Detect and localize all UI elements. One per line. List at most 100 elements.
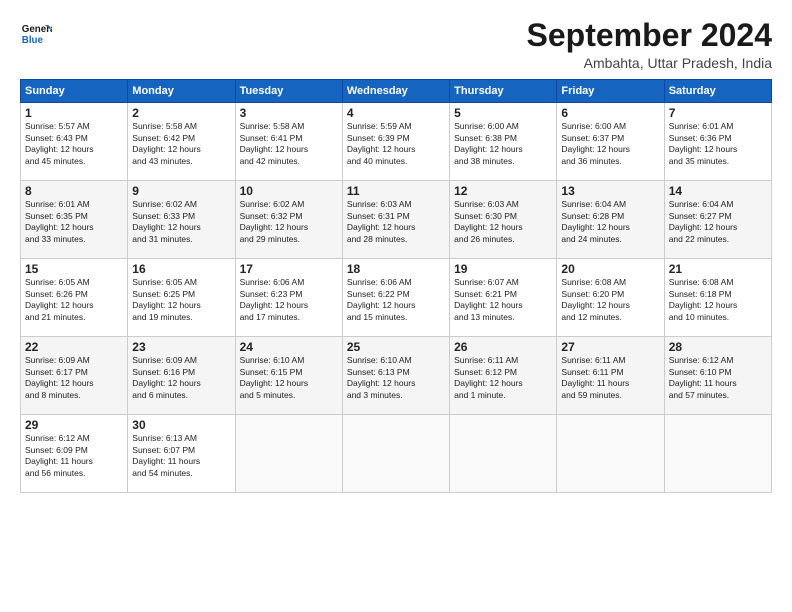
- weekday-header-row: SundayMondayTuesdayWednesdayThursdayFrid…: [21, 80, 772, 103]
- calendar-cell: 30Sunrise: 6:13 AMSunset: 6:07 PMDayligh…: [128, 415, 235, 493]
- day-number: 8: [25, 184, 123, 198]
- day-number: 24: [240, 340, 338, 354]
- week-row-2: 8Sunrise: 6:01 AMSunset: 6:35 PMDaylight…: [21, 181, 772, 259]
- calendar-cell: 20Sunrise: 6:08 AMSunset: 6:20 PMDayligh…: [557, 259, 664, 337]
- day-info: Sunrise: 6:00 AMSunset: 6:37 PMDaylight:…: [561, 121, 659, 167]
- day-number: 16: [132, 262, 230, 276]
- calendar-cell: 28Sunrise: 6:12 AMSunset: 6:10 PMDayligh…: [664, 337, 771, 415]
- weekday-header-sunday: Sunday: [21, 80, 128, 103]
- day-number: 13: [561, 184, 659, 198]
- day-info: Sunrise: 6:08 AMSunset: 6:20 PMDaylight:…: [561, 277, 659, 323]
- day-info: Sunrise: 6:05 AMSunset: 6:25 PMDaylight:…: [132, 277, 230, 323]
- day-number: 30: [132, 418, 230, 432]
- day-number: 1: [25, 106, 123, 120]
- calendar-cell: 10Sunrise: 6:02 AMSunset: 6:32 PMDayligh…: [235, 181, 342, 259]
- calendar: SundayMondayTuesdayWednesdayThursdayFrid…: [20, 79, 772, 493]
- day-info: Sunrise: 6:02 AMSunset: 6:33 PMDaylight:…: [132, 199, 230, 245]
- day-info: Sunrise: 6:12 AMSunset: 6:09 PMDaylight:…: [25, 433, 123, 479]
- calendar-cell: 6Sunrise: 6:00 AMSunset: 6:37 PMDaylight…: [557, 103, 664, 181]
- day-info: Sunrise: 5:59 AMSunset: 6:39 PMDaylight:…: [347, 121, 445, 167]
- day-info: Sunrise: 6:01 AMSunset: 6:36 PMDaylight:…: [669, 121, 767, 167]
- calendar-cell: 15Sunrise: 6:05 AMSunset: 6:26 PMDayligh…: [21, 259, 128, 337]
- day-number: 3: [240, 106, 338, 120]
- day-info: Sunrise: 5:58 AMSunset: 6:41 PMDaylight:…: [240, 121, 338, 167]
- calendar-cell: 11Sunrise: 6:03 AMSunset: 6:31 PMDayligh…: [342, 181, 449, 259]
- day-info: Sunrise: 6:02 AMSunset: 6:32 PMDaylight:…: [240, 199, 338, 245]
- logo: General Blue: [20, 18, 52, 50]
- day-number: 11: [347, 184, 445, 198]
- calendar-cell: 4Sunrise: 5:59 AMSunset: 6:39 PMDaylight…: [342, 103, 449, 181]
- day-number: 5: [454, 106, 552, 120]
- day-info: Sunrise: 6:08 AMSunset: 6:18 PMDaylight:…: [669, 277, 767, 323]
- week-row-1: 1Sunrise: 5:57 AMSunset: 6:43 PMDaylight…: [21, 103, 772, 181]
- weekday-header-monday: Monday: [128, 80, 235, 103]
- day-info: Sunrise: 6:04 AMSunset: 6:28 PMDaylight:…: [561, 199, 659, 245]
- day-info: Sunrise: 6:09 AMSunset: 6:17 PMDaylight:…: [25, 355, 123, 401]
- calendar-cell: 27Sunrise: 6:11 AMSunset: 6:11 PMDayligh…: [557, 337, 664, 415]
- calendar-cell: [664, 415, 771, 493]
- day-info: Sunrise: 6:06 AMSunset: 6:23 PMDaylight:…: [240, 277, 338, 323]
- day-number: 25: [347, 340, 445, 354]
- calendar-cell: 13Sunrise: 6:04 AMSunset: 6:28 PMDayligh…: [557, 181, 664, 259]
- day-number: 2: [132, 106, 230, 120]
- calendar-cell: 23Sunrise: 6:09 AMSunset: 6:16 PMDayligh…: [128, 337, 235, 415]
- day-number: 12: [454, 184, 552, 198]
- calendar-cell: 17Sunrise: 6:06 AMSunset: 6:23 PMDayligh…: [235, 259, 342, 337]
- week-row-5: 29Sunrise: 6:12 AMSunset: 6:09 PMDayligh…: [21, 415, 772, 493]
- day-number: 4: [347, 106, 445, 120]
- day-info: Sunrise: 6:04 AMSunset: 6:27 PMDaylight:…: [669, 199, 767, 245]
- day-info: Sunrise: 6:07 AMSunset: 6:21 PMDaylight:…: [454, 277, 552, 323]
- day-number: 21: [669, 262, 767, 276]
- day-info: Sunrise: 6:09 AMSunset: 6:16 PMDaylight:…: [132, 355, 230, 401]
- calendar-cell: 29Sunrise: 6:12 AMSunset: 6:09 PMDayligh…: [21, 415, 128, 493]
- calendar-cell: 21Sunrise: 6:08 AMSunset: 6:18 PMDayligh…: [664, 259, 771, 337]
- day-info: Sunrise: 6:05 AMSunset: 6:26 PMDaylight:…: [25, 277, 123, 323]
- day-number: 7: [669, 106, 767, 120]
- week-row-3: 15Sunrise: 6:05 AMSunset: 6:26 PMDayligh…: [21, 259, 772, 337]
- day-number: 20: [561, 262, 659, 276]
- month-title: September 2024: [527, 18, 772, 53]
- calendar-cell: 16Sunrise: 6:05 AMSunset: 6:25 PMDayligh…: [128, 259, 235, 337]
- day-number: 10: [240, 184, 338, 198]
- day-number: 14: [669, 184, 767, 198]
- calendar-cell: 9Sunrise: 6:02 AMSunset: 6:33 PMDaylight…: [128, 181, 235, 259]
- weekday-header-wednesday: Wednesday: [342, 80, 449, 103]
- calendar-cell: 18Sunrise: 6:06 AMSunset: 6:22 PMDayligh…: [342, 259, 449, 337]
- calendar-cell: 12Sunrise: 6:03 AMSunset: 6:30 PMDayligh…: [450, 181, 557, 259]
- day-info: Sunrise: 6:03 AMSunset: 6:30 PMDaylight:…: [454, 199, 552, 245]
- day-number: 27: [561, 340, 659, 354]
- weekday-header-friday: Friday: [557, 80, 664, 103]
- day-info: Sunrise: 6:00 AMSunset: 6:38 PMDaylight:…: [454, 121, 552, 167]
- day-info: Sunrise: 6:11 AMSunset: 6:11 PMDaylight:…: [561, 355, 659, 401]
- calendar-cell: 8Sunrise: 6:01 AMSunset: 6:35 PMDaylight…: [21, 181, 128, 259]
- day-number: 15: [25, 262, 123, 276]
- day-info: Sunrise: 6:06 AMSunset: 6:22 PMDaylight:…: [347, 277, 445, 323]
- calendar-cell: [235, 415, 342, 493]
- location: Ambahta, Uttar Pradesh, India: [527, 55, 772, 71]
- calendar-cell: 7Sunrise: 6:01 AMSunset: 6:36 PMDaylight…: [664, 103, 771, 181]
- day-number: 9: [132, 184, 230, 198]
- day-info: Sunrise: 6:11 AMSunset: 6:12 PMDaylight:…: [454, 355, 552, 401]
- week-row-4: 22Sunrise: 6:09 AMSunset: 6:17 PMDayligh…: [21, 337, 772, 415]
- day-info: Sunrise: 5:57 AMSunset: 6:43 PMDaylight:…: [25, 121, 123, 167]
- calendar-cell: 26Sunrise: 6:11 AMSunset: 6:12 PMDayligh…: [450, 337, 557, 415]
- day-number: 28: [669, 340, 767, 354]
- day-info: Sunrise: 6:01 AMSunset: 6:35 PMDaylight:…: [25, 199, 123, 245]
- logo-icon: General Blue: [20, 18, 52, 50]
- day-info: Sunrise: 6:03 AMSunset: 6:31 PMDaylight:…: [347, 199, 445, 245]
- calendar-cell: 14Sunrise: 6:04 AMSunset: 6:27 PMDayligh…: [664, 181, 771, 259]
- calendar-cell: [342, 415, 449, 493]
- calendar-cell: 3Sunrise: 5:58 AMSunset: 6:41 PMDaylight…: [235, 103, 342, 181]
- day-number: 17: [240, 262, 338, 276]
- weekday-header-tuesday: Tuesday: [235, 80, 342, 103]
- day-number: 23: [132, 340, 230, 354]
- calendar-cell: 5Sunrise: 6:00 AMSunset: 6:38 PMDaylight…: [450, 103, 557, 181]
- day-info: Sunrise: 5:58 AMSunset: 6:42 PMDaylight:…: [132, 121, 230, 167]
- calendar-cell: 22Sunrise: 6:09 AMSunset: 6:17 PMDayligh…: [21, 337, 128, 415]
- day-number: 6: [561, 106, 659, 120]
- day-number: 29: [25, 418, 123, 432]
- weekday-header-saturday: Saturday: [664, 80, 771, 103]
- day-number: 26: [454, 340, 552, 354]
- day-info: Sunrise: 6:12 AMSunset: 6:10 PMDaylight:…: [669, 355, 767, 401]
- weekday-header-thursday: Thursday: [450, 80, 557, 103]
